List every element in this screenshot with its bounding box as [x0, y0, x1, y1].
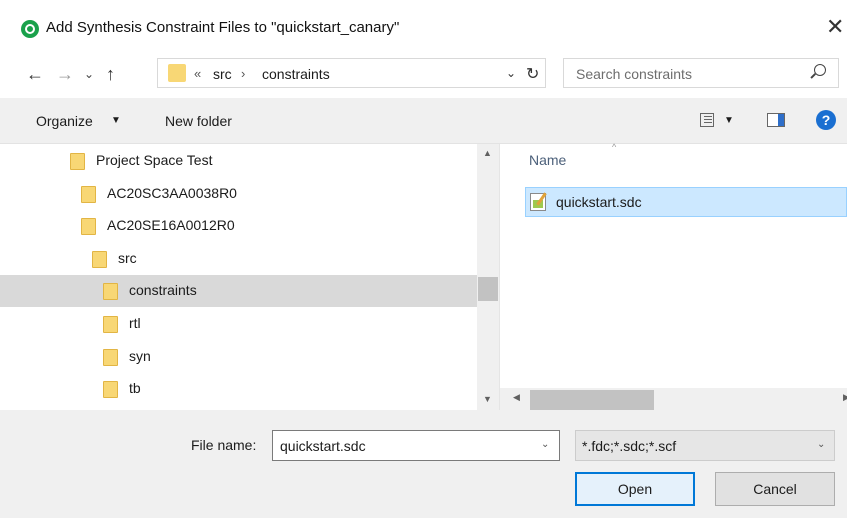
address-dropdown-icon[interactable]: ⌄	[506, 66, 516, 80]
app-logo-icon	[21, 20, 39, 38]
tree-item-syn[interactable]: syn	[0, 341, 477, 373]
tree-item-label: src	[118, 249, 137, 266]
tree-item-label: AC20SC3AA0038R0	[107, 184, 237, 201]
folder-icon	[103, 348, 118, 366]
tree-item-label: Project Space Test	[96, 152, 213, 168]
organize-caret-icon[interactable]: ▼	[111, 115, 121, 126]
breadcrumb-constraints[interactable]: constraints	[262, 66, 330, 82]
preview-pane-icon[interactable]	[767, 113, 785, 127]
search-box[interactable]: Search constraints	[563, 58, 839, 88]
file-name-dropdown-icon[interactable]: ⌄	[541, 439, 549, 450]
folder-icon	[103, 283, 118, 301]
tree-item-src[interactable]: src	[0, 243, 477, 275]
folder-icon	[81, 185, 96, 203]
folder-icon	[81, 218, 96, 236]
tree-item-label: syn	[129, 347, 151, 364]
file-name-label: File name:	[191, 437, 257, 453]
breadcrumb-src[interactable]: src	[213, 66, 232, 82]
scroll-up-icon[interactable]: ▲	[483, 148, 492, 158]
folder-icon	[92, 250, 107, 268]
overflow-chevron-icon[interactable]: «	[194, 66, 201, 81]
search-input[interactable]: Search constraints	[576, 66, 692, 82]
cancel-button[interactable]: Cancel	[715, 472, 835, 506]
tree-item-label: AC20SE16A0012R0	[107, 217, 235, 234]
new-folder-button[interactable]: New folder	[165, 113, 232, 129]
tree-item-constraints[interactable]: constraints	[0, 275, 477, 308]
file-name-field[interactable]: quickstart.sdc ⌄	[272, 430, 560, 461]
sdc-file-icon	[530, 193, 546, 211]
view-options-icon[interactable]	[700, 113, 714, 127]
scroll-left-icon[interactable]: ◀	[513, 392, 520, 403]
recent-locations-chevron-icon[interactable]: ⌄	[84, 67, 94, 81]
tree-item-rtl[interactable]: rtl	[0, 308, 477, 340]
view-options-caret-icon[interactable]: ▼	[724, 115, 734, 126]
sort-caret-icon: ^	[612, 142, 617, 152]
open-button[interactable]: Open	[575, 472, 695, 506]
title-bar: Add Synthesis Constraint Files to "quick…	[0, 0, 847, 48]
file-type-filter-select[interactable]: *.fdc;*.sdc;*.scf ⌄	[575, 430, 835, 461]
organize-menu-button[interactable]: Organize	[36, 113, 93, 129]
forward-arrow-icon[interactable]: →	[56, 64, 74, 85]
folder-icon	[103, 316, 118, 333]
address-bar[interactable]: « src › constraints ⌄ ↻	[157, 58, 546, 88]
file-type-dropdown-icon[interactable]: ⌄	[817, 439, 825, 450]
back-arrow-icon[interactable]: ←	[26, 64, 44, 85]
file-name-value[interactable]: quickstart.sdc	[280, 438, 366, 454]
refresh-icon[interactable]: ↻	[526, 64, 539, 84]
navigation-pane[interactable]: Project Space Test AC20SC3AA0038R0 AC20SE1…	[0, 144, 500, 410]
window-title: Add Synthesis Constraint Files to "quick…	[46, 19, 400, 36]
folder-icon	[168, 64, 186, 82]
folder-icon	[103, 381, 118, 399]
tree-scroll-thumb[interactable]	[478, 277, 498, 301]
name-column-header[interactable]: Name	[529, 152, 566, 168]
file-list-pane[interactable]	[500, 144, 847, 388]
tree-item-ac20se16a0012r0[interactable]: AC20SE16A0012R0	[0, 210, 477, 242]
tree-item-ac20sc3aa0038r0[interactable]: AC20SC3AA0038R0	[0, 178, 477, 210]
file-item-label: quickstart.sdc	[556, 194, 642, 210]
up-arrow-icon[interactable]: ↑	[106, 64, 115, 85]
file-type-filter-value: *.fdc;*.sdc;*.scf	[582, 438, 677, 454]
breadcrumb-separator-icon[interactable]: ›	[241, 66, 245, 81]
scroll-down-icon[interactable]: ▼	[483, 394, 492, 404]
folder-icon	[70, 153, 85, 170]
scroll-right-icon[interactable]: ▶	[843, 392, 847, 403]
tree-item-tb[interactable]: tb	[0, 373, 477, 405]
tree-item-label: rtl	[129, 315, 141, 331]
search-icon[interactable]	[814, 64, 826, 76]
horizontal-scroll-thumb[interactable]	[530, 390, 654, 410]
close-icon[interactable]: ✕	[826, 14, 844, 40]
tree-item-project-space-test[interactable]: Project Space Test	[0, 145, 477, 177]
tree-item-label: tb	[129, 380, 141, 397]
command-bar	[0, 98, 847, 144]
help-icon[interactable]: ?	[816, 110, 836, 130]
tree-item-label: constraints	[129, 282, 197, 299]
file-item[interactable]: quickstart.sdc	[525, 187, 847, 217]
